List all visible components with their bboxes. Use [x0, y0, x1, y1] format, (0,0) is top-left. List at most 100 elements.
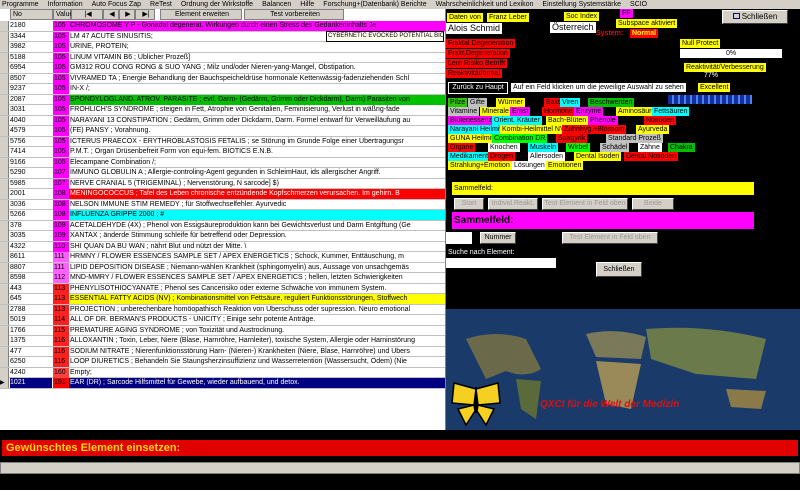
- row-selector[interactable]: [0, 273, 9, 283]
- table-row[interactable]: 8611 111 HRMNY / FLOWER ESSENCES SAMPLE SE…: [0, 252, 445, 263]
- menu-item-0[interactable]: Programme: [2, 1, 39, 8]
- category-dental-isoden[interactable]: Dental Isoden: [574, 152, 622, 161]
- table-row[interactable]: 9166 105 Elecampane Combination /;: [0, 157, 445, 168]
- table-row[interactable]: 378 109 ACETALDEHYDE (4X) ; Phenol von Ess…: [0, 220, 445, 231]
- row-selector[interactable]: [0, 168, 9, 178]
- category-nosoden[interactable]: Nosoden: [644, 116, 677, 125]
- table-row[interactable]: 477 116 SODIUM NITRATE ; Nierenfunktionsst…: [0, 346, 445, 357]
- table-row[interactable]: 2001 108 MENINGOCOCCUS ; Tafel des Leben c…: [0, 189, 445, 200]
- category-pilze[interactable]: Pilze: [448, 98, 468, 107]
- menu-item-6[interactable]: Hilfe: [300, 1, 314, 8]
- row-selector[interactable]: [0, 199, 9, 210]
- nav-next-button[interactable]: ▶: [119, 9, 135, 20]
- row-selector[interactable]: [0, 315, 9, 325]
- table-row[interactable]: 443 113 PHENYLISOTHIOCYANATE ; Phenol ses …: [0, 283, 445, 294]
- einsetzen-field[interactable]: Gewünschtes Element einsetzen:: [2, 440, 798, 456]
- menu-item-3[interactable]: ReTest: [150, 1, 172, 8]
- table-row[interactable]: 5188 105 LINUM VITAMIN B6 ; Ublicher Proze…: [0, 52, 445, 63]
- table-row[interactable]: 9237 105 IN-X /;: [0, 84, 445, 95]
- nav-prev-button[interactable]: ◀: [103, 9, 119, 20]
- category-vitamine[interactable]: Vitamine: [448, 107, 480, 116]
- row-selector[interactable]: [0, 126, 9, 136]
- table-row[interactable]: 4240 160 Empty;: [0, 367, 445, 378]
- category-beschwerden[interactable]: Beschwerden: [588, 98, 635, 107]
- menu-item-9[interactable]: Einstellung Systemstärke: [542, 1, 621, 8]
- row-selector[interactable]: [0, 231, 9, 241]
- category-orient-kr-uter[interactable]: Orient. Kräuter: [492, 116, 542, 125]
- table-row[interactable]: 3982 105 URINE, PROTEIN;: [0, 42, 445, 53]
- nummer-button[interactable]: Nummer: [480, 232, 516, 244]
- menu-item-5[interactable]: Balancen: [262, 1, 291, 8]
- zurueck-button[interactable]: Zurück zu Haupt: [448, 82, 508, 94]
- category-viren[interactable]: Viren: [560, 98, 581, 107]
- category-organe[interactable]: Organe: [448, 143, 476, 152]
- table-row[interactable]: 3036 108 NELSON IMMUNE STIM REMEDY ; für S…: [0, 199, 445, 210]
- start-button[interactable]: Start: [454, 198, 484, 210]
- table-row[interactable]: 8807 111 LIPID DEPOSITION DISEASE ; Nieman…: [0, 262, 445, 273]
- horizontal-scrollbar[interactable]: [0, 462, 800, 474]
- row-selector[interactable]: [0, 147, 9, 157]
- category-drogen[interactable]: Drogen: [488, 152, 515, 161]
- row-selector[interactable]: [0, 189, 9, 199]
- menu-item-10[interactable]: SCIO: [630, 1, 647, 8]
- nav-last-button[interactable]: ▶|: [135, 9, 155, 20]
- category-enzyme[interactable]: Enzyme: [574, 107, 604, 116]
- row-selector[interactable]: [0, 220, 9, 231]
- category-zahnhyg-blossom[interactable]: Zahnhyg.+Blossom: [562, 125, 627, 134]
- table-row[interactable]: 4579 105 (FE) PANSY ; Vorahnung.: [0, 126, 445, 137]
- row-selector[interactable]: [0, 105, 9, 115]
- row-selector[interactable]: [0, 115, 9, 126]
- table-row[interactable]: 5019 114 ALL OF DR. BERMAN'S PRODUCTS - UN…: [0, 315, 445, 326]
- close-button-top[interactable]: Schließen: [722, 10, 788, 24]
- table-row[interactable]: 4040 105 NARAYANI 13 CONSTIPATION ; Gedärm…: [0, 115, 445, 126]
- row-selector[interactable]: [0, 210, 9, 220]
- row-selector[interactable]: [0, 294, 9, 304]
- row-selector[interactable]: [0, 73, 9, 84]
- category-muskeln[interactable]: Muskeln: [528, 143, 559, 152]
- table-row[interactable]: ▶ 1021 191 EAR (DR) ; Sarcode Hilfsmittel f…: [0, 378, 445, 389]
- row-selector[interactable]: [0, 178, 9, 189]
- row-selector[interactable]: [0, 283, 9, 294]
- menu-item-4[interactable]: Ordnung der Wirkstoffe: [181, 1, 253, 8]
- category-strahlung-emotion[interactable]: Strahlung+Emotion: [448, 161, 512, 170]
- category-ayurveda[interactable]: Ayurveda: [636, 125, 670, 134]
- column-header-no[interactable]: No: [10, 9, 53, 20]
- close-button-bottom[interactable]: Schließen: [596, 262, 642, 277]
- category-w-rmer[interactable]: Würmer: [496, 98, 525, 107]
- row-selector[interactable]: [0, 84, 9, 94]
- table-row[interactable]: 1766 115 PREMATURE AGING SYNDROME ; von To…: [0, 325, 445, 336]
- nummer-input[interactable]: [446, 232, 472, 244]
- table-row[interactable]: 8507 105 VIVRAMED TA ; Energie Behandlung …: [0, 73, 445, 84]
- table-row[interactable]: 5266 108 INFLUENZA GRIPPE 2000 ; #: [0, 210, 445, 221]
- category-chakra[interactable]: Chakra: [668, 143, 695, 152]
- row-selector[interactable]: [0, 262, 9, 273]
- category-dental-nosoden[interactable]: Dental Nosoden: [624, 152, 679, 161]
- category-kombi-heilmittel-nv[interactable]: Kombi-Heilmittel NV: [500, 125, 567, 134]
- table-row[interactable]: 1375 116 ALLOXANTIN ; Toxin, Leber, Niere …: [0, 336, 445, 347]
- category-emotionen[interactable]: Emotionen: [546, 161, 584, 170]
- row-selector[interactable]: [0, 241, 9, 252]
- table-row[interactable]: 5290 107 IMMUNO GLOBULIN A ; Allergie-cont…: [0, 168, 445, 179]
- category-spagyrik[interactable]: Spagyrik: [556, 134, 588, 143]
- test-element-button[interactable]: Test Element in Feld oben: [542, 198, 628, 210]
- menu-item-7[interactable]: Forschung+(Datenbank) Berichte: [323, 1, 426, 8]
- category-knochen[interactable]: Knochen: [488, 143, 520, 152]
- search-input[interactable]: [446, 258, 556, 268]
- table-row[interactable]: 4322 110 SHI QUAN DA BU WAN ; nährt Blut u…: [0, 241, 445, 252]
- test-element-feld-button[interactable]: Test Element in Feld oben: [562, 232, 658, 244]
- row-selector[interactable]: [0, 325, 9, 336]
- table-row[interactable]: 5756 105 ICTERUS PRAECOX - ERYTHROBLASTOSI…: [0, 136, 445, 147]
- menu-item-1[interactable]: Information: [48, 1, 83, 8]
- table-row[interactable]: 8598 112 MND-MMRY / FLOWER ESSENCES SAMPLE…: [0, 273, 445, 284]
- row-selector[interactable]: ▶: [0, 378, 9, 388]
- nav-first-button[interactable]: |◀: [71, 9, 103, 20]
- table-row[interactable]: 3035 109 XANTAX ; änderde Stimmung schleif…: [0, 231, 445, 242]
- category-ernst[interactable]: Ernst: [510, 107, 531, 116]
- table-row[interactable]: 6250 116 LOOP DIURETICS ; Behandeln Sie St…: [0, 357, 445, 368]
- table-row[interactable]: 2087 105 SPONDYLOGLAND. ATROV. PARASITE ; …: [0, 94, 445, 105]
- row-selector[interactable]: [0, 252, 9, 262]
- table-row[interactable]: 7414 105 P.M.T. ; Organ Drüsenbefreit Form…: [0, 147, 445, 158]
- element-erweiten-button[interactable]: Element erweiten: [160, 9, 242, 20]
- category-hormone[interactable]: Hormone: [542, 107, 575, 116]
- row-selector[interactable]: [0, 304, 9, 315]
